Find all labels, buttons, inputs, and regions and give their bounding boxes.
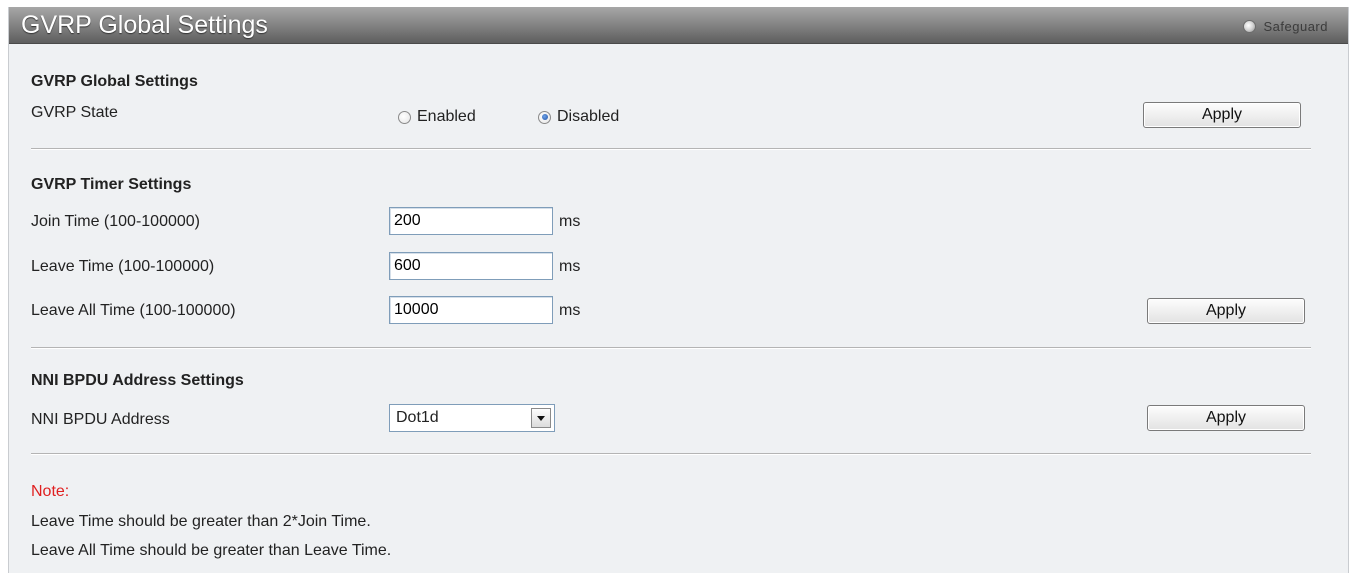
nni-bpdu-address-label: NNI BPDU Address <box>31 411 170 428</box>
join-time-unit: ms <box>559 213 581 230</box>
nni-bpdu-address-value[interactable]: Dot1d <box>390 409 531 427</box>
gvrp-state-label: GVRP State <box>31 104 118 121</box>
leave-time-label: Leave Time (100-100000) <box>31 258 215 275</box>
section-divider <box>31 347 1311 349</box>
settings-panel: GVRP Global Settings Safeguard GVRP Glob… <box>8 7 1349 573</box>
nni-bpdu-section-title: NNI BPDU Address Settings <box>31 372 244 389</box>
note-title: Note: <box>31 483 70 500</box>
leave-time-unit: ms <box>559 258 581 275</box>
safeguard-label: Safeguard <box>1263 18 1328 34</box>
gvrp-state-disabled-option[interactable]: Disabled <box>538 108 619 126</box>
gvrp-state-disabled-radio[interactable] <box>538 110 551 124</box>
section-divider <box>31 148 1311 150</box>
gvrp-state-enabled-option[interactable]: Enabled <box>398 108 476 126</box>
nni-bpdu-apply-button[interactable]: Apply <box>1147 405 1305 431</box>
safeguard-indicator[interactable]: Safeguard <box>1242 16 1329 36</box>
gvrp-timer-section-title: GVRP Timer Settings <box>31 176 192 193</box>
note-line: Leave All Time should be greater than Le… <box>31 542 392 559</box>
gvrp-state-enabled-label[interactable]: Enabled <box>417 108 476 126</box>
gvrp-global-apply-button[interactable]: Apply <box>1143 102 1301 128</box>
title-bar: GVRP Global Settings Safeguard <box>9 7 1348 44</box>
gvrp-state-enabled-radio[interactable] <box>398 110 411 124</box>
join-time-label: Join Time (100-100000) <box>31 213 200 230</box>
section-divider <box>31 453 1311 455</box>
gvrp-state-disabled-label[interactable]: Disabled <box>557 108 619 126</box>
gvrp-global-section-title: GVRP Global Settings <box>31 73 198 90</box>
note-line: Leave Time should be greater than 2*Join… <box>31 513 371 530</box>
leave-time-input[interactable] <box>389 252 553 280</box>
leave-all-time-unit: ms <box>559 302 581 319</box>
leave-all-time-input[interactable] <box>389 296 553 324</box>
safeguard-status-icon <box>1242 19 1256 33</box>
join-time-input[interactable] <box>389 207 553 235</box>
gvrp-timer-apply-button[interactable]: Apply <box>1147 298 1305 324</box>
leave-all-time-label: Leave All Time (100-100000) <box>31 302 236 319</box>
chevron-down-icon[interactable] <box>531 408 551 428</box>
page-title: GVRP Global Settings <box>21 11 268 39</box>
nni-bpdu-address-select[interactable]: Dot1d <box>389 404 555 432</box>
